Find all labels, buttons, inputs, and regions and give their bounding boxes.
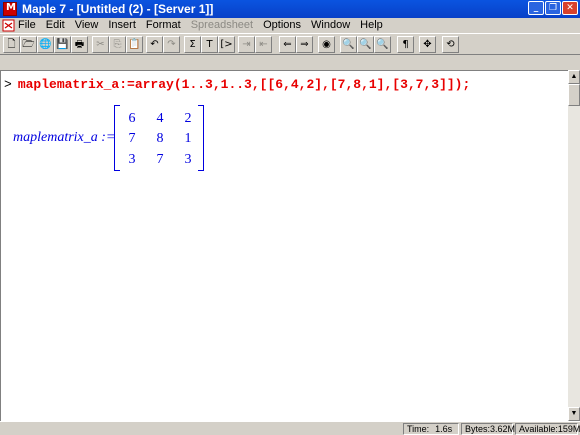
- worksheet-area[interactable]: > maplematrix_a:=array(1..3,1..3,[[6,4,2]…: [0, 70, 568, 421]
- menu-spreadsheet: Spreadsheet: [190, 19, 254, 31]
- document-icon[interactable]: [2, 19, 15, 32]
- menu-window[interactable]: Window: [311, 19, 350, 31]
- restore-button[interactable]: ❐: [545, 1, 561, 15]
- zoom-large-icon[interactable]: 🔍: [374, 36, 391, 53]
- matrix-cell: 7: [156, 152, 164, 167]
- available-value: 159M: [557, 424, 580, 434]
- matrix-cell: 8: [156, 131, 164, 146]
- bytes-label: Bytes:: [465, 424, 491, 434]
- minimize-button[interactable]: _: [528, 1, 544, 15]
- restart-icon[interactable]: ⟲: [442, 36, 459, 53]
- open-icon[interactable]: 🗁: [20, 36, 37, 53]
- command-text[interactable]: maplematrix_a:=array(1..3,1..3,[[6,4,2],…: [18, 77, 470, 92]
- expand-sections-icon[interactable]: ✥: [419, 36, 436, 53]
- toolbar: 🗋 🗁 🌐 💾 🖶 ✂ ⎘ 📋 ↶ ↷ Σ T [> ⇥ ⇤ ⇐ ⇒ ◉ 🔍 🔍 🔍 ¶ ✥ ⟲: [0, 33, 580, 55]
- menu-help[interactable]: Help: [360, 19, 383, 31]
- scroll-up-icon[interactable]: ▲: [568, 70, 580, 84]
- vertical-scrollbar[interactable]: ▲ ▼: [568, 70, 580, 421]
- menu-insert[interactable]: Insert: [108, 19, 136, 31]
- matrix-cell: 3: [128, 152, 136, 167]
- matrix-cell: 6: [128, 111, 136, 126]
- input-line[interactable]: > maplematrix_a:=array(1..3,1..3,[[6,4,2]…: [4, 77, 470, 92]
- time-label: Time:: [407, 424, 430, 434]
- scroll-thumb[interactable]: [568, 84, 580, 106]
- title-bar[interactable]: Maple 7 - [Untitled (2) - [Server 1]] _ …: [0, 0, 580, 18]
- copy-icon[interactable]: ⎘: [109, 36, 126, 53]
- outdent-icon[interactable]: ⇤: [255, 36, 272, 53]
- matrix-cell: 1: [184, 131, 192, 146]
- left-bracket: [114, 105, 120, 171]
- available-status: Available:159M: [515, 423, 580, 435]
- output-lhs: maplematrix_a :=: [13, 130, 116, 145]
- matrix-cell: 4: [156, 111, 164, 126]
- bytes-value: 3.62M: [490, 424, 516, 434]
- scroll-down-icon[interactable]: ▼: [568, 407, 580, 421]
- available-label: Available:: [519, 424, 558, 434]
- back-icon[interactable]: ⇐: [279, 36, 296, 53]
- insert-prompt-icon[interactable]: [>: [218, 36, 235, 53]
- window-title: Maple 7 - [Untitled (2) - [Server 1]]: [22, 2, 214, 16]
- stop-icon[interactable]: ◉: [318, 36, 335, 53]
- menu-file[interactable]: File: [18, 19, 36, 31]
- undo-icon[interactable]: ↶: [146, 36, 163, 53]
- redo-icon[interactable]: ↷: [163, 36, 180, 53]
- maple-app-icon[interactable]: [3, 2, 17, 16]
- output-region: maplematrix_a := 6 4 2 7 8 1 3 7 3: [13, 105, 233, 175]
- menu-view[interactable]: View: [75, 19, 99, 31]
- new-icon[interactable]: 🗋: [3, 36, 20, 53]
- status-bar: Time: 1.6s Bytes:3.62M Available:159M: [0, 421, 580, 435]
- time-status: Time: 1.6s: [403, 423, 459, 435]
- menu-edit[interactable]: Edit: [46, 19, 65, 31]
- time-value: 1.6s: [435, 424, 453, 434]
- maple-window: Maple 7 - [Untitled (2) - [Server 1]] _ …: [0, 0, 580, 435]
- cut-icon[interactable]: ✂: [92, 36, 109, 53]
- close-button[interactable]: ✕: [562, 1, 578, 15]
- open-url-icon[interactable]: 🌐: [37, 36, 54, 53]
- matrix-cell: 2: [184, 111, 192, 126]
- menu-format[interactable]: Format: [146, 19, 181, 31]
- print-icon[interactable]: 🖶: [71, 36, 88, 53]
- text-input-icon[interactable]: T: [201, 36, 218, 53]
- zoom-small-icon[interactable]: 🔍: [340, 36, 357, 53]
- matrix-cell: 7: [128, 131, 136, 146]
- execution-prompt: >: [4, 77, 12, 92]
- math-input-icon[interactable]: Σ: [184, 36, 201, 53]
- bytes-status: Bytes:3.62M: [461, 423, 516, 435]
- zoom-medium-icon[interactable]: 🔍: [357, 36, 374, 53]
- paste-icon[interactable]: 📋: [126, 36, 143, 53]
- menu-options[interactable]: Options: [263, 19, 301, 31]
- matrix-cell: 3: [184, 152, 192, 167]
- right-bracket: [198, 105, 204, 171]
- toolbar-divider-strip: [0, 56, 580, 70]
- show-invisible-icon[interactable]: ¶: [397, 36, 414, 53]
- forward-icon[interactable]: ⇒: [296, 36, 313, 53]
- matrix-output: 6 4 2 7 8 1 3 7 3: [114, 105, 204, 171]
- indent-icon[interactable]: ⇥: [238, 36, 255, 53]
- menu-items: File Edit View Insert Format Spreadsheet Optio…: [18, 19, 393, 31]
- menu-bar: File Edit View Insert Format Spreadsheet Optio…: [0, 18, 580, 33]
- save-icon[interactable]: 💾: [54, 36, 71, 53]
